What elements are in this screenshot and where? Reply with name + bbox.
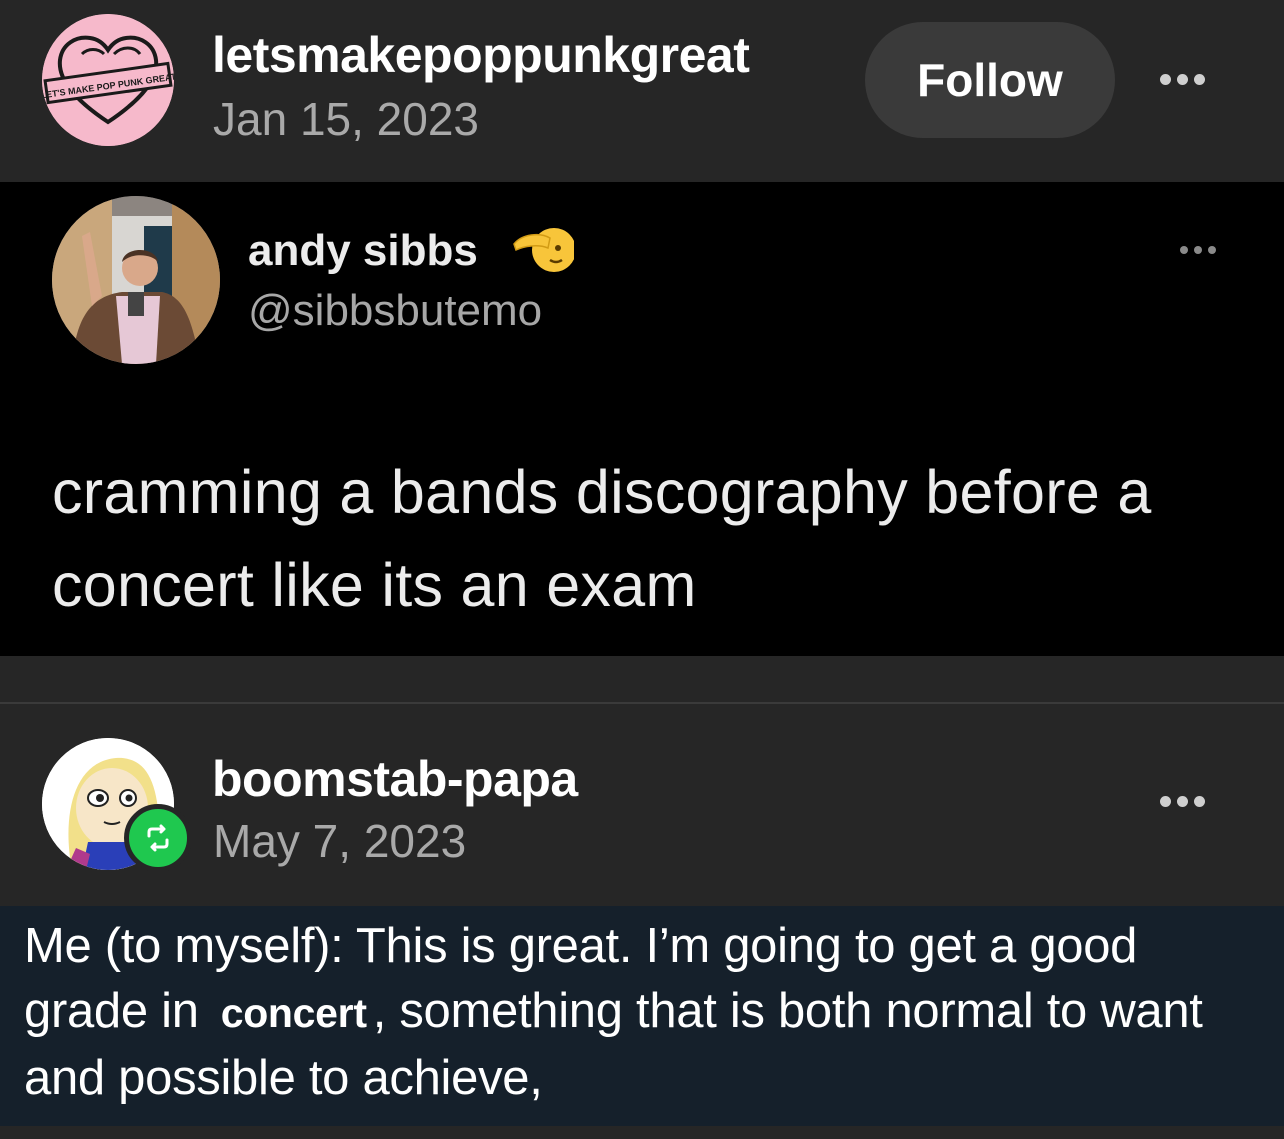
- post-date[interactable]: May 7, 2023: [213, 814, 466, 868]
- profile-photo: [52, 196, 220, 364]
- quote-text: Me (to myself): This is great. I’m going…: [24, 914, 1274, 1111]
- post-date[interactable]: Jan 15, 2023: [213, 92, 479, 146]
- tweet-avatar[interactable]: [52, 196, 220, 364]
- more-options-icon[interactable]: [1160, 796, 1205, 807]
- post-username[interactable]: boomstab-papa: [212, 750, 578, 808]
- inserted-word: concert: [220, 990, 367, 1036]
- follow-button[interactable]: Follow: [865, 22, 1115, 138]
- reblog-icon: [124, 804, 192, 872]
- more-options-icon[interactable]: [1160, 74, 1205, 85]
- tweet-handle[interactable]: @sibbsbutemo: [248, 286, 542, 336]
- divider: [0, 656, 1284, 704]
- salute-emoji-icon: [510, 222, 576, 281]
- quote-part-2: , something that is both normal to want …: [24, 984, 1203, 1105]
- heart-logo-icon: LET'S MAKE POP PUNK GREAT: [42, 14, 174, 146]
- tweet-more-icon[interactable]: [1180, 246, 1216, 254]
- tweet-text: cramming a bands discography before a co…: [52, 458, 1152, 619]
- avatar[interactable]: LET'S MAKE POP PUNK GREAT: [42, 14, 174, 146]
- tweet-display-name[interactable]: andy sibbs: [248, 226, 478, 276]
- post-username[interactable]: letsmakepoppunkgreat: [212, 26, 750, 84]
